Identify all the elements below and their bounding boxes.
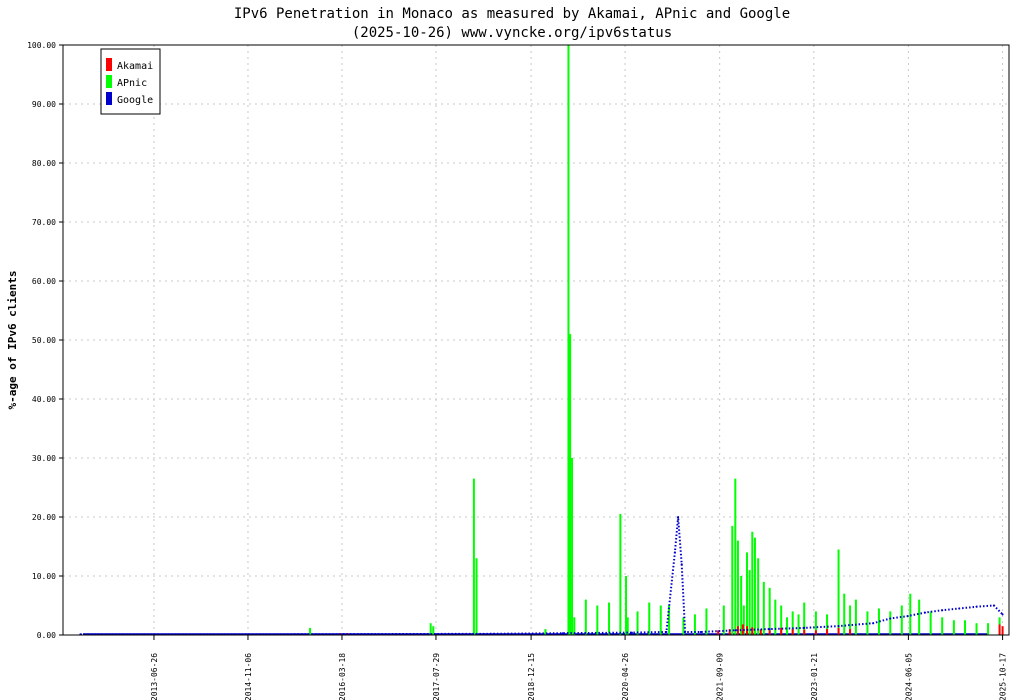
google-point xyxy=(734,629,737,632)
google-point xyxy=(941,609,944,612)
google-point xyxy=(1001,613,1004,616)
legend-label-akamai: Akamai xyxy=(117,61,153,72)
x-tick-label: 2016-03-18 xyxy=(338,653,347,700)
google-point xyxy=(680,563,683,566)
x-tick-label: 2014-11-06 xyxy=(244,653,253,700)
chart: IPv6 Penetration in Monaco as measured b… xyxy=(6,6,1010,700)
chart-title: IPv6 Penetration in Monaco as measured b… xyxy=(234,6,790,22)
google-point xyxy=(630,631,633,634)
legend-swatch-apnic xyxy=(106,75,112,88)
google-point xyxy=(677,516,680,518)
legend-label-apnic: APnic xyxy=(117,78,147,89)
y-tick-label: 10.00 xyxy=(32,572,56,581)
y-tick-label: 50.00 xyxy=(32,336,56,345)
legend: Akamai APnic Google xyxy=(100,48,161,115)
legend-swatch-google xyxy=(106,92,112,105)
axis-ticks: 0.00 10.00 20.00 30.00 40.00 50.00 60.00 70.00 8… xyxy=(27,41,1007,700)
google-point xyxy=(803,626,806,629)
chart-subtitle: (2025-10-26) www.vyncke.org/ipv6status xyxy=(352,25,672,41)
google-point xyxy=(673,551,676,554)
x-tick-label: 2017-07-29 xyxy=(432,653,441,700)
y-tick-label: 70.00 xyxy=(32,218,56,227)
google-point xyxy=(924,611,927,614)
data-marks xyxy=(79,45,1004,636)
legend-label-google: Google xyxy=(117,95,153,106)
google-point xyxy=(992,604,995,607)
google-point xyxy=(906,615,909,618)
y-axis-label: %-age of IPv6 clients xyxy=(6,270,19,409)
google-point xyxy=(665,631,668,634)
grid xyxy=(63,44,1009,635)
google-series-line xyxy=(80,516,1004,636)
y-tick-label: 60.00 xyxy=(32,277,56,286)
google-point xyxy=(768,628,771,631)
google-point xyxy=(975,605,978,608)
google-point xyxy=(699,631,702,634)
y-tick-label: 30.00 xyxy=(32,454,56,463)
y-tick-label: 90.00 xyxy=(32,100,56,109)
google-point xyxy=(889,617,892,620)
x-tick-label: 2020-04-26 xyxy=(621,653,630,700)
y-tick-label: 80.00 xyxy=(32,159,56,168)
google-point xyxy=(561,632,564,635)
x-tick-label: 2021-09-09 xyxy=(716,653,725,700)
y-tick-label: 40.00 xyxy=(32,395,56,404)
x-tick-label: 2018-12-15 xyxy=(527,653,536,700)
x-tick-label: 2013-06-26 xyxy=(150,653,159,700)
x-tick-label: 2025-10-17 xyxy=(999,653,1008,700)
y-tick-label: 100.00 xyxy=(27,41,56,50)
google-point xyxy=(837,625,840,628)
legend-swatch-akamai xyxy=(106,58,112,71)
y-tick-label: 20.00 xyxy=(32,513,56,522)
google-point xyxy=(872,622,875,625)
y-tick-label: 0.00 xyxy=(37,631,56,640)
google-point xyxy=(958,607,961,610)
x-tick-label: 2024-06-05 xyxy=(904,653,913,700)
x-tick-label: 2023-01-21 xyxy=(810,653,819,700)
google-point xyxy=(684,631,687,634)
